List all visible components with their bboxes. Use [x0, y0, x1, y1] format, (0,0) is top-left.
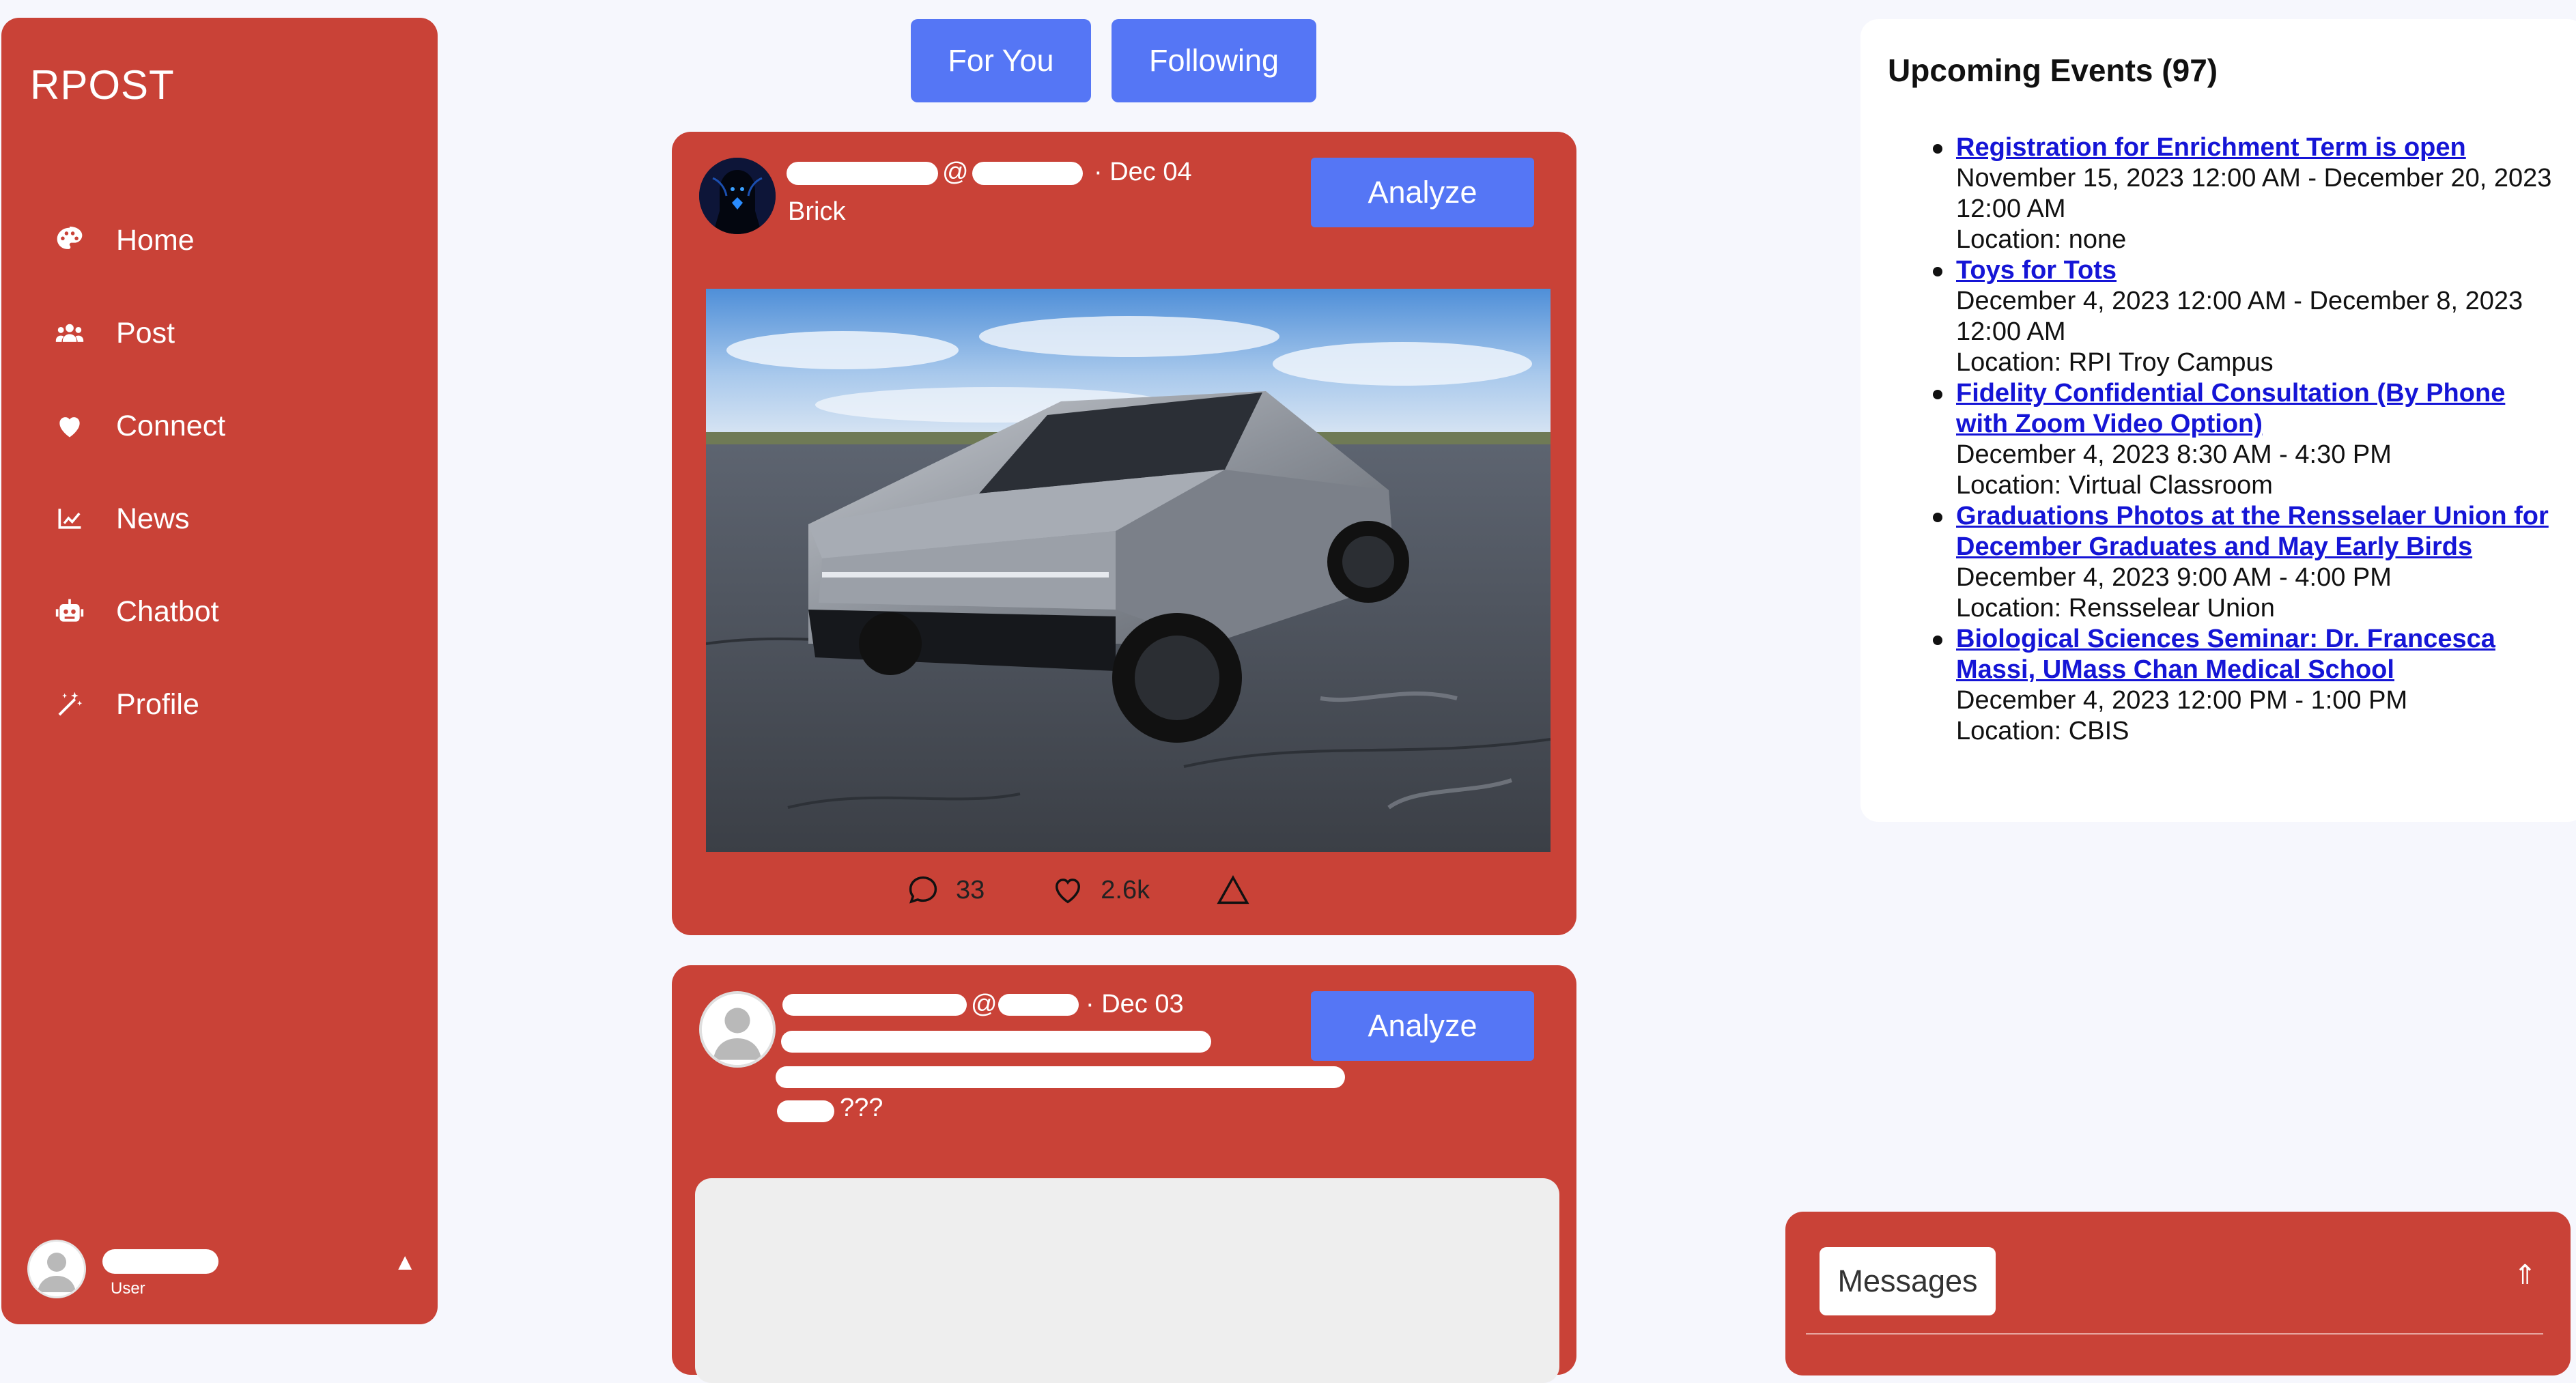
- list-item: Registration for Enrichment Term is open…: [1933, 132, 2557, 255]
- event-link[interactable]: Graduations Photos at the Rensselaer Uni…: [1956, 502, 2549, 561]
- users-icon: [53, 317, 86, 350]
- sidebar-item-home[interactable]: Home: [53, 194, 422, 287]
- sidebar-item-profile[interactable]: Profile: [53, 658, 422, 751]
- triangle-icon: [1217, 875, 1249, 904]
- list-item: Biological Sciences Seminar: Dr. Frances…: [1933, 624, 2557, 747]
- sidebar: RPOST Home Post Connect News Chatbot Pro…: [1, 18, 438, 1324]
- redacted-username: [102, 1249, 218, 1274]
- event-link[interactable]: Fidelity Confidential Consultation (By P…: [1956, 379, 2505, 438]
- palette-icon: [53, 224, 86, 257]
- post-text-tail: ???: [840, 1094, 883, 1122]
- event-link[interactable]: Biological Sciences Seminar: Dr. Frances…: [1956, 625, 2495, 684]
- redacted-post-image: [695, 1178, 1559, 1383]
- event-location: Location: none: [1956, 225, 2127, 254]
- avatar[interactable]: [699, 158, 776, 234]
- event-link[interactable]: Toys for Tots: [1956, 256, 2117, 285]
- event-time: December 4, 2023 9:00 AM - 4:00 PM: [1956, 563, 2392, 592]
- post-card: @ · Dec 04 Brick Analyze 33 2.6k: [672, 132, 1576, 935]
- expand-arrow-icon[interactable]: ⇑: [2513, 1259, 2536, 1291]
- events-title: Upcoming Events (97): [1888, 53, 2218, 88]
- event-location: Location: Virtual Classroom: [1956, 471, 2273, 500]
- event-time: December 4, 2023 8:30 AM - 4:30 PM: [1956, 440, 2392, 469]
- tab-for-you[interactable]: For You: [911, 19, 1091, 102]
- tab-following[interactable]: Following: [1112, 19, 1316, 102]
- event-link[interactable]: Registration for Enrichment Term is open: [1956, 133, 2466, 162]
- sidebar-item-news[interactable]: News: [53, 472, 422, 565]
- messages-button[interactable]: Messages: [1820, 1247, 1996, 1315]
- sidebar-item-connect[interactable]: Connect: [53, 380, 422, 472]
- heart-outline-icon: [1056, 879, 1081, 904]
- analyze-button[interactable]: Analyze: [1311, 158, 1534, 227]
- analyze-button[interactable]: Analyze: [1311, 991, 1534, 1061]
- robot-icon: [53, 595, 86, 628]
- redacted-handle: [972, 162, 1083, 185]
- user-menu[interactable]: User ▲: [27, 1234, 416, 1309]
- post-date: · Dec 04: [1094, 158, 1192, 186]
- post-handle-prefix: @: [971, 990, 997, 1018]
- sidebar-item-chatbot[interactable]: Chatbot: [53, 565, 422, 658]
- sidebar-item-label: Connect: [116, 409, 226, 442]
- list-item: Toys for Tots December 4, 2023 12:00 AM …: [1933, 255, 2557, 378]
- chart-line-icon: [53, 502, 86, 535]
- feed-tabs: For You Following: [911, 19, 1316, 102]
- like-count: 2.6k: [1101, 875, 1150, 904]
- post-image[interactable]: [706, 289, 1551, 852]
- sidebar-nav: Home Post Connect News Chatbot Profile: [53, 194, 422, 751]
- redacted-display-name: [782, 994, 967, 1016]
- sidebar-item-label: Chatbot: [116, 595, 219, 628]
- comment-button[interactable]: 33: [905, 872, 985, 908]
- messages-dock: Messages ⇑: [1785, 1212, 2571, 1375]
- event-time: December 4, 2023 12:00 AM - December 8, …: [1956, 287, 2523, 346]
- events-list: Registration for Enrichment Term is open…: [1933, 132, 2557, 747]
- post-text: Brick: [788, 197, 846, 226]
- event-time: December 4, 2023 12:00 PM - 1:00 PM: [1956, 686, 2408, 715]
- event-location: Location: Rensselear Union: [1956, 594, 2275, 623]
- event-location: Location: CBIS: [1956, 717, 2129, 745]
- sidebar-item-post[interactable]: Post: [53, 287, 422, 380]
- event-location: Location: RPI Troy Campus: [1956, 348, 2274, 377]
- avatar[interactable]: [27, 1240, 86, 1298]
- sidebar-item-label: Post: [116, 316, 175, 350]
- report-button[interactable]: [1215, 872, 1266, 908]
- post-card: @ · Dec 03 Analyze ???: [672, 965, 1576, 1383]
- avatar[interactable]: [699, 991, 776, 1068]
- redacted-post-text: [777, 1100, 834, 1122]
- divider: [1806, 1333, 2543, 1335]
- redacted-post-text: [776, 1066, 1345, 1088]
- event-time: November 15, 2023 12:00 AM - December 20…: [1956, 164, 2552, 223]
- sidebar-item-label: Profile: [116, 687, 199, 721]
- user-role: User: [111, 1279, 145, 1298]
- post-actions: 33 2.6k: [905, 872, 1331, 908]
- list-item: Graduations Photos at the Rensselaer Uni…: [1933, 501, 2557, 624]
- brand-logo[interactable]: RPOST: [30, 61, 175, 109]
- list-item: Fidelity Confidential Consultation (By P…: [1933, 378, 2557, 501]
- post-handle-prefix: @: [942, 158, 969, 186]
- redacted-handle: [998, 994, 1079, 1016]
- comment-count: 33: [956, 875, 985, 904]
- comment-icon: [909, 876, 937, 904]
- like-button[interactable]: 2.6k: [1050, 872, 1150, 908]
- sidebar-item-label: News: [116, 502, 190, 535]
- sidebar-item-label: Home: [116, 223, 195, 257]
- redacted-display-name: [787, 162, 938, 185]
- magic-wand-icon: [53, 688, 86, 721]
- heart-icon: [53, 410, 86, 442]
- chevron-up-icon[interactable]: ▲: [393, 1249, 416, 1276]
- redacted-post-text: [781, 1031, 1211, 1053]
- events-panel: Upcoming Events (97) Registration for En…: [1860, 19, 2576, 822]
- post-date: · Dec 03: [1086, 990, 1184, 1018]
